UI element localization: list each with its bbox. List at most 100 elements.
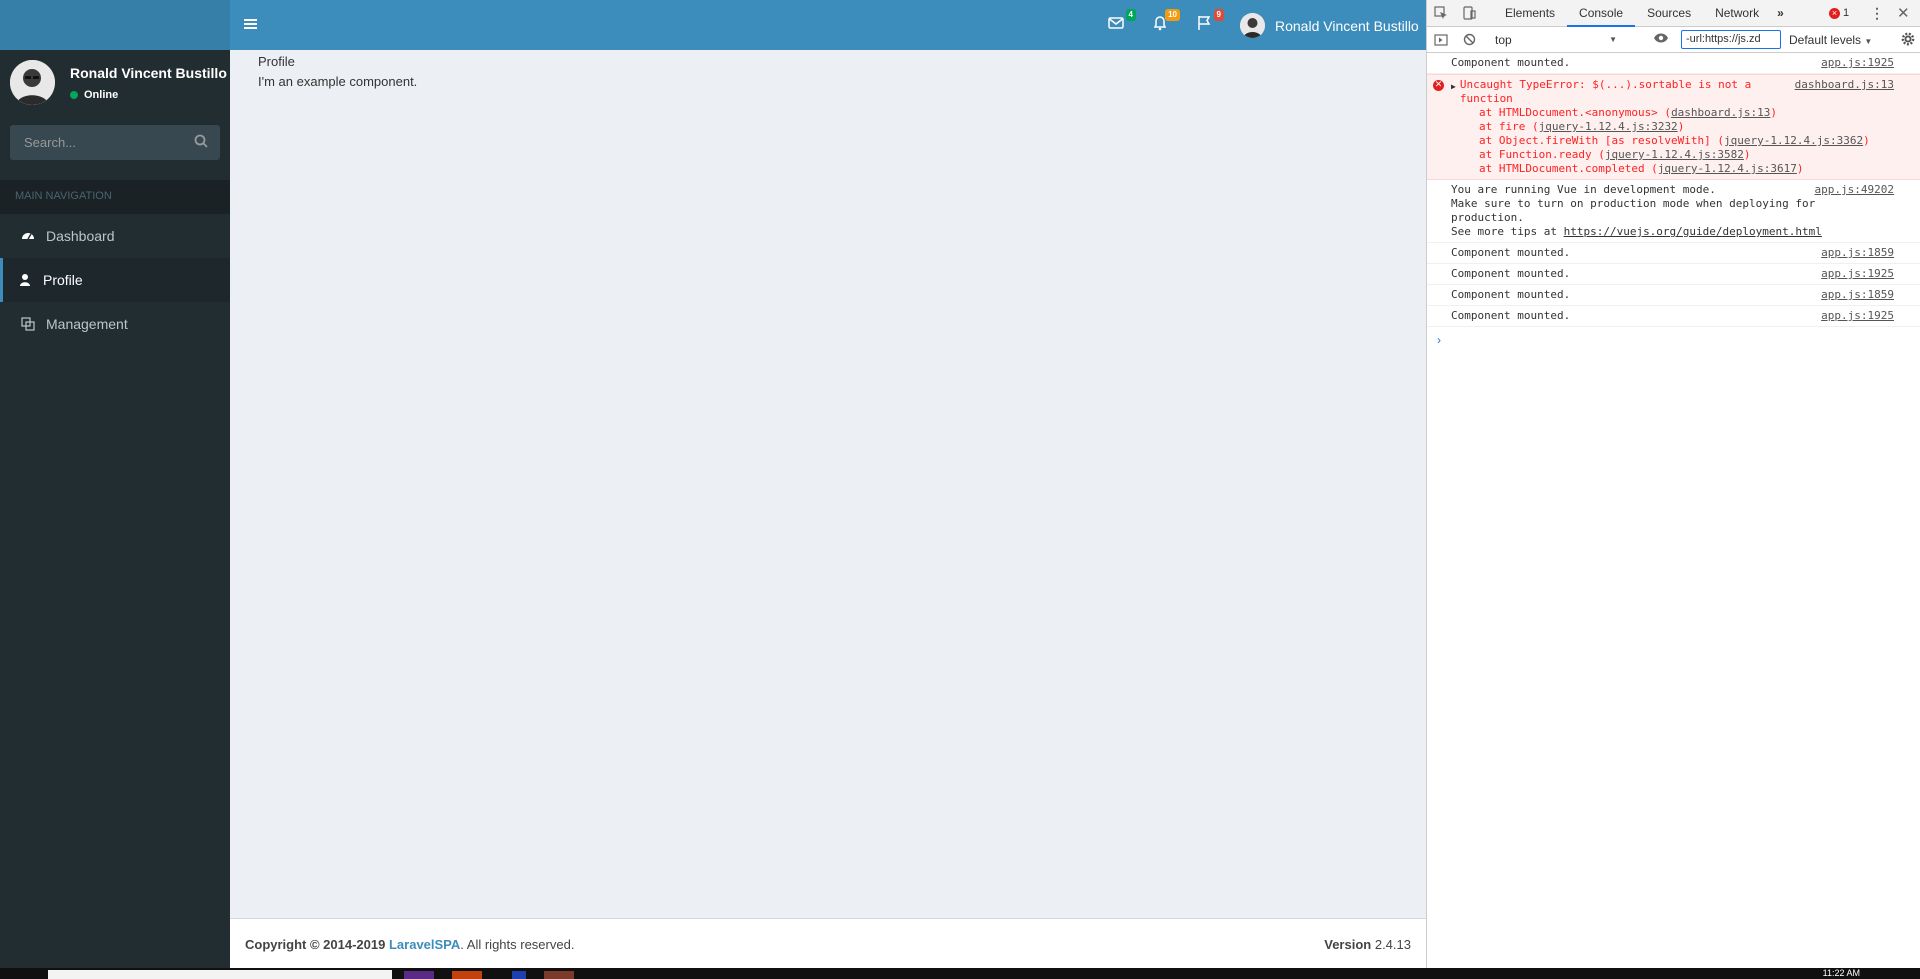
dashboard-icon (21, 229, 35, 243)
version-label: Version (1324, 937, 1372, 952)
taskbar-app-icon[interactable] (512, 971, 526, 979)
console-log-line: Component mounted. app.js:1925 (1427, 53, 1920, 74)
sidebar-item-dashboard[interactable]: Dashboard (0, 214, 230, 258)
docs-link[interactable]: https://vuejs.org/guide/deployment.html (1564, 225, 1822, 238)
console-settings-gear-icon[interactable] (1901, 32, 1915, 49)
taskbar-app-icon[interactable] (404, 971, 434, 979)
error-count-icon: × (1829, 7, 1840, 19)
tab-network[interactable]: Network (1703, 0, 1771, 27)
version: Version 2.4.13 (1324, 937, 1411, 952)
console-log-text: Component mounted. (1451, 288, 1571, 301)
sidebar-item-profile[interactable]: Profile (0, 258, 230, 302)
search-input[interactable] (10, 125, 220, 160)
expand-triangle-icon[interactable]: ▶ (1451, 80, 1456, 106)
stack-frame-link[interactable]: dashboard.js:13 (1671, 106, 1770, 119)
tab-sources[interactable]: Sources (1635, 0, 1703, 27)
stack-frame-text: ) (1863, 134, 1870, 147)
stack-frame-text: at HTMLDocument.<anonymous> ( (1479, 106, 1672, 119)
version-number: 2.4.13 (1374, 937, 1411, 952)
stack-frame-text: ) (1743, 148, 1751, 161)
device-toggle-icon[interactable] (1455, 0, 1483, 27)
source-link[interactable]: app.js:1859 (1821, 246, 1894, 260)
main-content: Profile I'm an example component. (230, 50, 1426, 918)
context-value: top (1495, 32, 1512, 47)
tab-console[interactable]: Console (1567, 0, 1636, 27)
taskbar-app-icon[interactable] (544, 971, 574, 979)
user-status-label: Online (84, 89, 119, 101)
stack-frame-link[interactable]: jquery-1.12.4.js:3232 (1539, 120, 1678, 133)
clear-console-icon[interactable] (1455, 26, 1483, 53)
console-log-text: Component mounted. (1451, 309, 1571, 322)
management-icon (21, 317, 35, 331)
sidebar-item-management[interactable]: Management (0, 302, 230, 346)
sidebar-toggle-icon[interactable] (244, 17, 258, 31)
source-link[interactable]: app.js:1925 (1821, 56, 1894, 70)
logo-area[interactable] (0, 0, 230, 50)
console-filter-input[interactable]: -url:https://js.zd (1681, 30, 1781, 49)
console-toolbar: top ▼ -url:https://js.zd Default levels … (1427, 27, 1920, 53)
stack-frame-text: at HTMLDocument.completed ( (1479, 162, 1658, 175)
more-tabs-icon[interactable]: » (1771, 0, 1790, 27)
component-text: I'm an example component. (258, 74, 418, 89)
flag-icon[interactable]: 9 (1196, 9, 1224, 35)
kebab-menu-icon[interactable]: ⋮ (1870, 5, 1884, 22)
source-link[interactable]: app.js:1859 (1821, 288, 1894, 302)
flags-badge: 9 (1213, 9, 1224, 21)
footer: Copyright © 2014-2019 LaravelSPA. All ri… (230, 918, 1426, 968)
console-error-line: ✕ ▶ Uncaught TypeError: $(...).sortable … (1427, 74, 1920, 180)
user-icon (18, 273, 32, 287)
source-link[interactable]: app.js:1925 (1821, 309, 1894, 323)
dropdown-arrow-icon: ▼ (1864, 37, 1873, 46)
error-icon: ✕ (1433, 80, 1444, 91)
live-expression-eye-icon[interactable] (1653, 32, 1669, 47)
console-input-prompt[interactable]: › (1427, 327, 1920, 353)
source-link[interactable]: dashboard.js:13 (1795, 78, 1894, 92)
messages-icon[interactable]: 4 (1108, 9, 1136, 35)
stack-frame: at Object.fireWith [as resolveWith] (jqu… (1451, 134, 1894, 148)
stack-frame: at HTMLDocument.completed (jquery-1.12.4… (1451, 162, 1894, 176)
sidebar: Ronald Vincent Bustillo Online MAIN NAVI… (0, 0, 230, 968)
source-link[interactable]: app.js:49202 (1815, 183, 1894, 197)
user-menu[interactable]: Ronald Vincent Bustillo (1240, 13, 1419, 38)
copyright-suffix: . All rights reserved. (460, 937, 575, 952)
sidebar-search (10, 125, 220, 160)
user-menu-name: Ronald Vincent Bustillo (1275, 17, 1419, 34)
console-log-text: Component mounted. (1451, 246, 1571, 259)
user-avatar (10, 60, 55, 105)
notifications-icon[interactable]: 10 (1152, 9, 1180, 35)
os-taskbar: 11:22 AM (0, 968, 1920, 979)
error-counter[interactable]: × 1 (1829, 7, 1849, 19)
stack-frame-text: ) (1677, 120, 1685, 133)
source-link[interactable]: app.js:1925 (1821, 267, 1894, 281)
console-log-text: Component mounted. (1451, 56, 1571, 69)
stack-frame-link[interactable]: jquery-1.12.4.js:3582 (1605, 148, 1744, 161)
inspect-element-icon[interactable] (1427, 0, 1455, 27)
stack-frame-text: ) (1796, 162, 1804, 175)
tab-elements[interactable]: Elements (1493, 0, 1567, 27)
notifications-badge: 10 (1165, 9, 1180, 21)
stack-frame-link[interactable]: jquery-1.12.4.js:3617 (1658, 162, 1797, 175)
nav-header: MAIN NAVIGATION (0, 180, 230, 214)
close-devtools-icon[interactable]: ✕ (1897, 4, 1910, 22)
taskbar-search[interactable] (48, 970, 392, 979)
stack-frame-text: at Function.ready ( (1479, 148, 1605, 161)
dropdown-arrow-icon: ▼ (1609, 35, 1617, 44)
search-icon[interactable] (194, 134, 210, 150)
console-messages: Component mounted. app.js:1925 ✕ ▶ Uncau… (1427, 53, 1920, 353)
user-panel: Ronald Vincent Bustillo Online (0, 50, 230, 122)
show-sidebar-icon[interactable] (1427, 26, 1455, 53)
console-log-text: Make sure to turn on production mode whe… (1451, 197, 1816, 224)
taskbar-app-icon[interactable] (452, 971, 482, 979)
stack-frame-text: at Object.fireWith [as resolveWith] ( (1479, 134, 1725, 147)
context-select[interactable]: top ▼ (1491, 33, 1621, 47)
online-dot-icon (70, 91, 78, 99)
brand-link[interactable]: LaravelSPA (389, 937, 460, 952)
top-navbar: 4 10 9 Ronald Vincent Bustillo (230, 0, 1426, 50)
error-count: 1 (1843, 7, 1850, 19)
log-levels-select[interactable]: Default levels ▼ (1789, 33, 1872, 47)
sidebar-item-label: Dashboard (46, 228, 115, 244)
copyright-prefix: Copyright © 2014-2019 (245, 937, 386, 952)
devtools-tabbar: Elements Console Sources Network » × 1 ⋮… (1427, 0, 1920, 27)
error-message: Uncaught TypeError: $(...).sortable is n… (1459, 78, 1752, 105)
stack-frame-link[interactable]: jquery-1.12.4.js:3362 (1724, 134, 1863, 147)
